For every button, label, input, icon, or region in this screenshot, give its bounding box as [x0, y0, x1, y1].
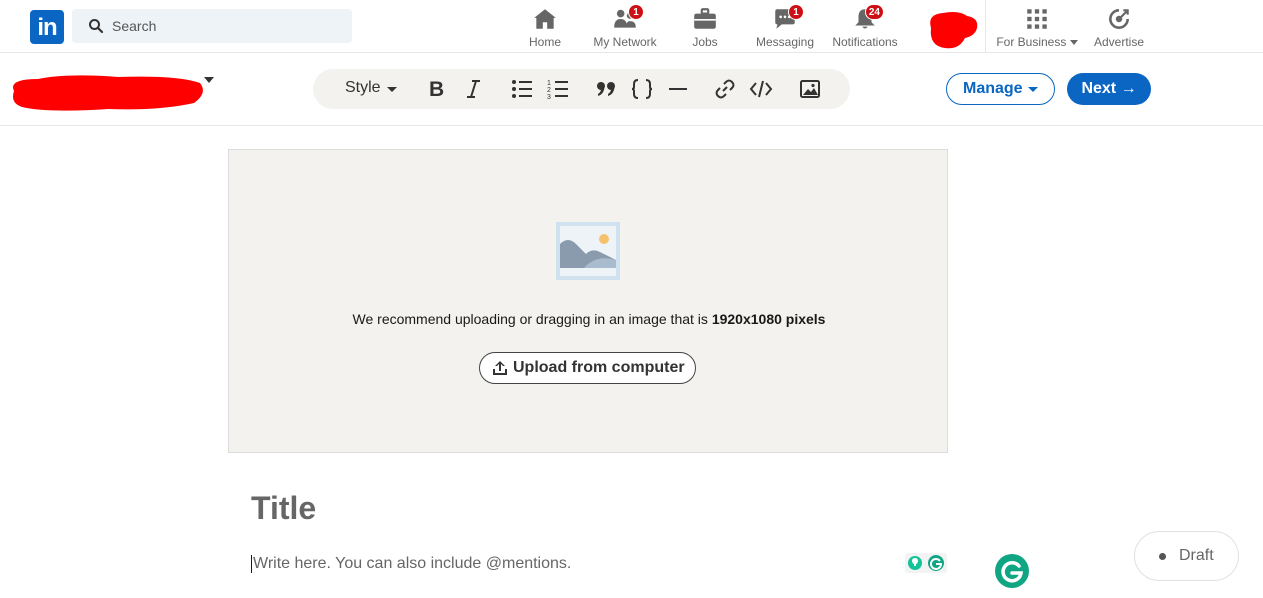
svg-text:1: 1	[547, 80, 551, 87]
svg-text:3: 3	[547, 94, 551, 101]
advertise-icon	[1109, 9, 1129, 29]
nav-notifications[interactable]: 24 Notifications	[830, 4, 900, 50]
draft-dot-icon	[1159, 553, 1166, 560]
hint-dimensions: 1920x1080 pixels	[711, 311, 826, 327]
code-block-icon[interactable]	[631, 77, 653, 101]
manage-button[interactable]: Manage	[946, 73, 1055, 105]
image-placeholder-icon	[556, 222, 620, 280]
linkedin-logo[interactable]: in	[30, 10, 64, 44]
draft-label: Draft	[1179, 547, 1214, 564]
search-icon	[89, 19, 104, 34]
cover-size-hint: We recommend uploading or dragging in an…	[229, 311, 949, 327]
divider-line-icon[interactable]	[667, 77, 689, 101]
grid-apps-icon	[1027, 9, 1047, 29]
bold-icon[interactable]: B	[427, 77, 447, 101]
upload-label: Upload from computer	[513, 359, 685, 376]
style-dropdown[interactable]: Style	[345, 79, 381, 97]
draft-status: Draft	[1134, 531, 1239, 581]
manage-label: Manage	[963, 80, 1023, 97]
chevron-down-icon	[1069, 40, 1078, 46]
messaging-icon-wrap: 1	[772, 4, 804, 32]
hint-text: We recommend uploading or dragging in an…	[352, 311, 712, 327]
grammarly-icon[interactable]	[993, 552, 1031, 590]
notifications-badge: 24	[864, 4, 884, 20]
article-title-input[interactable]: Title	[251, 490, 316, 527]
grammarly-assistant-icon[interactable]	[905, 553, 947, 573]
nav-my-network-label: My Network	[593, 35, 657, 49]
upload-icon	[493, 361, 507, 375]
upload-from-computer-button[interactable]: Upload from computer	[479, 352, 696, 384]
nav-divider	[985, 0, 986, 52]
messaging-badge: 1	[788, 4, 804, 20]
nav-messaging[interactable]: 1 Messaging	[755, 4, 815, 50]
author-chevron-down-icon[interactable]	[204, 77, 214, 83]
bulleted-list-icon[interactable]	[511, 77, 533, 101]
network-badge: 1	[628, 4, 644, 20]
italic-icon[interactable]	[465, 77, 483, 101]
nav-home-label: Home	[528, 35, 561, 49]
notifications-icon-wrap: 24	[852, 4, 884, 32]
top-navigation: in Home 1 My Network Jobs 1 Messaging 24…	[0, 0, 1263, 53]
style-chevron-down-icon[interactable]	[387, 87, 397, 92]
quote-icon[interactable]	[595, 77, 617, 101]
search-input[interactable]	[112, 9, 342, 43]
svg-text:B: B	[429, 78, 444, 101]
author-selector-redacted[interactable]	[8, 71, 208, 115]
network-icon-wrap: 1	[612, 4, 644, 32]
nav-for-business-label: For Business	[994, 35, 1080, 49]
profile-avatar-redacted[interactable]	[925, 10, 979, 50]
nav-home[interactable]: Home	[525, 4, 565, 50]
svg-text:2: 2	[547, 87, 551, 94]
next-button[interactable]: Next →	[1067, 73, 1151, 105]
nav-messaging-label: Messaging	[755, 35, 815, 49]
numbered-list-icon[interactable]: 123	[547, 77, 569, 101]
link-icon[interactable]	[713, 77, 737, 101]
nav-advertise[interactable]: Advertise	[1092, 4, 1146, 50]
nav-jobs-label: Jobs	[692, 35, 718, 49]
nav-notifications-label: Notifications	[832, 35, 898, 49]
briefcase-icon	[694, 8, 716, 29]
search-box[interactable]	[72, 9, 352, 43]
nav-jobs[interactable]: Jobs	[687, 4, 723, 50]
home-icon	[534, 9, 556, 29]
cover-image-dropzone[interactable]: We recommend uploading or dragging in an…	[228, 149, 948, 453]
nav-my-network[interactable]: 1 My Network	[590, 4, 660, 50]
article-body-input[interactable]: Write here. You can also include @mentio…	[251, 555, 571, 573]
manage-chevron-down-icon	[1028, 87, 1038, 92]
embed-code-icon[interactable]	[749, 77, 773, 101]
for-business-text: For Business	[996, 35, 1067, 49]
nav-advertise-label: Advertise	[1093, 35, 1145, 49]
image-icon[interactable]	[799, 77, 821, 101]
nav-for-business[interactable]: For Business	[994, 4, 1080, 50]
editor-header: Style B 123 Manage Next →	[0, 53, 1263, 126]
formatting-toolbar: Style B 123	[313, 69, 850, 109]
